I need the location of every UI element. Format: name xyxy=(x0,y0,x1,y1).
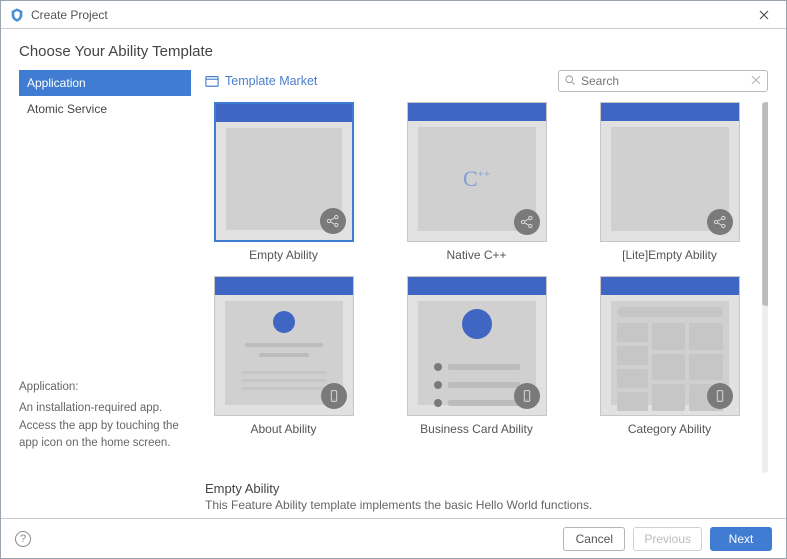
share-icon xyxy=(514,209,540,235)
clear-icon[interactable] xyxy=(750,74,762,86)
template-description: Empty Ability This Feature Ability templ… xyxy=(205,481,768,512)
next-button[interactable]: Next xyxy=(710,527,772,551)
content-columns: Application Atomic Service Application: … xyxy=(19,70,768,512)
sidebar-item-label: Application xyxy=(27,76,86,90)
template-label: Native C++ xyxy=(446,248,506,262)
create-project-window: Create Project Choose Your Ability Templ… xyxy=(0,0,787,559)
page-heading: Choose Your Ability Template xyxy=(19,43,768,60)
template-thumb: C++ xyxy=(407,102,547,242)
template-market-link[interactable]: Template Market xyxy=(205,74,317,88)
scrollbar-thumb[interactable] xyxy=(762,102,768,306)
template-label: Empty Ability xyxy=(249,248,318,262)
sidebar-item-atomic-service[interactable]: Atomic Service xyxy=(19,96,191,122)
template-label: About Ability xyxy=(250,422,316,436)
main-panel: Template Market Empty Ability C++ Native C… xyxy=(205,70,768,512)
template-market-label: Template Market xyxy=(225,74,317,88)
template-card[interactable]: Empty Ability xyxy=(205,102,362,262)
app-logo-icon xyxy=(9,7,25,23)
template-card[interactable]: Category Ability xyxy=(591,276,748,436)
help-button[interactable]: ? xyxy=(15,531,31,547)
footer: ? Cancel Previous Next xyxy=(1,518,786,558)
selected-template-desc: This Feature Ability template implements… xyxy=(205,498,768,512)
template-thumb xyxy=(407,276,547,416)
search-wrap xyxy=(558,70,768,92)
footer-buttons: Cancel Previous Next xyxy=(563,527,772,551)
template-card[interactable]: Business Card Ability xyxy=(398,276,555,436)
window-title: Create Project xyxy=(31,8,750,22)
template-label: Category Ability xyxy=(628,422,711,436)
sidebar-info: Application: An installation-required ap… xyxy=(19,379,191,512)
dialog-body: Choose Your Ability Template Application… xyxy=(1,29,786,518)
toolbar: Template Market xyxy=(205,70,768,92)
template-label: [Lite]Empty Ability xyxy=(622,248,717,262)
market-icon xyxy=(205,74,219,88)
template-grid-wrap: Empty Ability C++ Native C++ [Lite]Empty Ab… xyxy=(205,102,768,473)
sidebar-info-body: An installation-required app. Access the… xyxy=(19,400,191,452)
phone-icon xyxy=(707,383,733,409)
sidebar-item-application[interactable]: Application xyxy=(19,70,191,96)
template-thumb xyxy=(214,102,354,242)
template-grid: Empty Ability C++ Native C++ [Lite]Empty Ab… xyxy=(205,102,760,473)
sidebar: Application Atomic Service Application: … xyxy=(19,70,191,512)
template-thumb xyxy=(600,102,740,242)
scrollbar[interactable] xyxy=(762,102,768,473)
phone-icon xyxy=(514,383,540,409)
close-button[interactable] xyxy=(750,7,778,23)
close-icon xyxy=(759,10,769,20)
search-input[interactable] xyxy=(558,70,768,92)
search-icon xyxy=(564,74,576,86)
titlebar: Create Project xyxy=(1,1,786,29)
phone-icon xyxy=(321,383,347,409)
template-card[interactable]: C++ Native C++ xyxy=(398,102,555,262)
template-card[interactable]: About Ability xyxy=(205,276,362,436)
template-thumb xyxy=(600,276,740,416)
share-icon xyxy=(707,209,733,235)
selected-template-name: Empty Ability xyxy=(205,481,768,496)
sidebar-info-title: Application: xyxy=(19,379,191,396)
share-icon xyxy=(320,208,346,234)
template-thumb xyxy=(214,276,354,416)
previous-button: Previous xyxy=(633,527,702,551)
template-card[interactable]: [Lite]Empty Ability xyxy=(591,102,748,262)
sidebar-item-label: Atomic Service xyxy=(27,102,107,116)
cancel-button[interactable]: Cancel xyxy=(563,527,625,551)
